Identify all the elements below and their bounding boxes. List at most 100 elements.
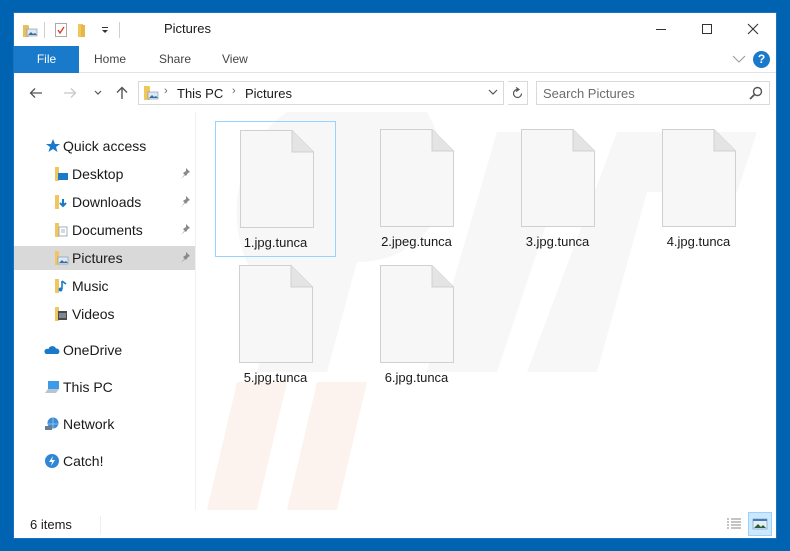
toolbar-separator (119, 22, 120, 38)
sidebar-item-downloads[interactable]: Downloads (14, 190, 195, 214)
sidebar-item-onedrive[interactable]: OneDrive (14, 338, 195, 362)
downloads-folder-icon (54, 194, 70, 210)
arrow-up-icon (116, 86, 128, 99)
network-icon (44, 416, 60, 432)
maximize-button[interactable] (684, 13, 730, 45)
pictures-folder-icon[interactable] (22, 22, 38, 38)
properties-icon[interactable] (53, 22, 69, 38)
search-icon[interactable] (749, 86, 763, 100)
status-bar: 6 items (14, 510, 776, 538)
address-bar[interactable]: › This PC › Pictures (138, 81, 504, 105)
sidebar-item-label: Network (63, 416, 115, 432)
forward-button[interactable] (60, 83, 80, 103)
pin-icon[interactable] (179, 167, 191, 179)
file-list[interactable]: 1.jpg.tunca 2.jpeg.tunca 3.jpg.tunca 4.j… (197, 112, 776, 510)
sidebar-item-catch[interactable]: Catch! (14, 449, 195, 473)
sidebar-item-label: Videos (72, 306, 115, 322)
file-item[interactable]: 3.jpg.tunca (497, 121, 618, 257)
file-name: 3.jpg.tunca (525, 234, 590, 249)
minimize-button[interactable] (638, 13, 684, 45)
file-item[interactable]: 5.jpg.tunca (215, 257, 336, 393)
onedrive-icon (44, 342, 60, 358)
sidebar-item-documents[interactable]: Documents (14, 218, 195, 242)
sidebar-item-label: Pictures (72, 250, 123, 266)
search-input[interactable] (537, 82, 737, 104)
file-icon (240, 130, 314, 228)
sidebar-item-label: Catch! (63, 453, 104, 469)
expand-ribbon-button[interactable] (732, 52, 746, 66)
tab-home[interactable]: Home (94, 46, 126, 73)
navigation-bar: › This PC › Pictures (14, 74, 776, 112)
file-icon (239, 265, 313, 363)
minimize-icon (656, 29, 666, 30)
breadcrumb-this-pc[interactable]: This PC (177, 86, 223, 101)
sidebar-item-label: Music (72, 278, 109, 294)
pictures-folder-icon (54, 250, 70, 266)
breadcrumb-separator-icon[interactable]: › (164, 85, 168, 97)
status-separator (100, 516, 101, 534)
arrow-left-icon (29, 88, 42, 98)
search-box[interactable] (536, 81, 770, 105)
sidebar-item-videos[interactable]: Videos (14, 302, 195, 326)
file-name: 4.jpg.tunca (666, 234, 731, 249)
sidebar-item-label: OneDrive (63, 342, 123, 358)
maximize-icon (702, 24, 712, 34)
file-icon (662, 129, 736, 227)
close-button[interactable] (730, 13, 776, 45)
help-button[interactable]: ? (753, 51, 770, 68)
sidebar-item-label: Documents (72, 222, 143, 238)
file-item[interactable]: 1.jpg.tunca (215, 121, 336, 257)
breadcrumb-separator-icon[interactable]: › (232, 85, 236, 97)
sidebar-item-desktop[interactable]: Desktop (14, 162, 195, 186)
sidebar-item-quick-access[interactable]: Quick access (14, 134, 195, 158)
pictures-folder-icon (143, 85, 159, 101)
pin-icon[interactable] (179, 195, 191, 207)
sidebar-item-this-pc[interactable]: This PC (14, 375, 195, 399)
file-explorer-window: Pictures File Home Share View ? › This P… (13, 12, 777, 539)
close-icon (747, 23, 759, 35)
file-item[interactable]: 2.jpeg.tunca (356, 121, 477, 257)
recent-locations-button[interactable] (88, 83, 108, 103)
details-view-button[interactable] (722, 512, 746, 536)
sidebar-item-label: Downloads (72, 194, 142, 210)
star-icon (45, 138, 61, 154)
file-item[interactable]: 6.jpg.tunca (356, 257, 477, 393)
tab-file[interactable]: File (14, 46, 79, 73)
tab-share[interactable]: Share (159, 46, 191, 73)
new-folder-icon[interactable] (75, 22, 91, 38)
large-icons-view-button[interactable] (748, 512, 772, 536)
arrow-right-icon (64, 88, 77, 98)
file-icon (521, 129, 595, 227)
chevron-down-icon (488, 89, 498, 95)
back-button[interactable] (26, 83, 46, 103)
refresh-button[interactable] (508, 81, 528, 105)
sidebar-item-pictures[interactable]: Pictures (14, 246, 195, 270)
details-view-icon (727, 518, 741, 529)
ribbon-tabs: File Home Share View ? (14, 46, 776, 73)
sidebar-item-label: Desktop (72, 166, 124, 182)
catch-icon (44, 453, 60, 469)
file-name: 6.jpg.tunca (384, 370, 449, 385)
tab-view[interactable]: View (222, 46, 248, 73)
sidebar-item-music[interactable]: Music (14, 274, 195, 298)
window-title: Pictures (164, 21, 211, 36)
large-icons-view-icon (752, 518, 768, 530)
desktop-folder-icon (54, 166, 70, 182)
item-count: 6 items (30, 517, 72, 532)
file-item[interactable]: 4.jpg.tunca (638, 121, 759, 257)
chevron-down-icon (732, 55, 746, 63)
customize-dropdown-icon[interactable] (97, 22, 113, 38)
sidebar-item-network[interactable]: Network (14, 412, 195, 436)
sidebar-item-label: Quick access (63, 138, 147, 154)
breadcrumb-pictures[interactable]: Pictures (245, 86, 292, 101)
address-dropdown-button[interactable] (487, 86, 499, 101)
pin-icon[interactable] (179, 251, 191, 263)
this-pc-icon (44, 379, 60, 395)
toolbar-separator (44, 22, 45, 38)
file-name: 2.jpeg.tunca (381, 234, 452, 249)
quick-access-toolbar (22, 21, 128, 39)
up-button[interactable] (112, 83, 132, 103)
pin-icon[interactable] (179, 223, 191, 235)
refresh-icon (512, 86, 523, 98)
documents-folder-icon (54, 222, 70, 238)
